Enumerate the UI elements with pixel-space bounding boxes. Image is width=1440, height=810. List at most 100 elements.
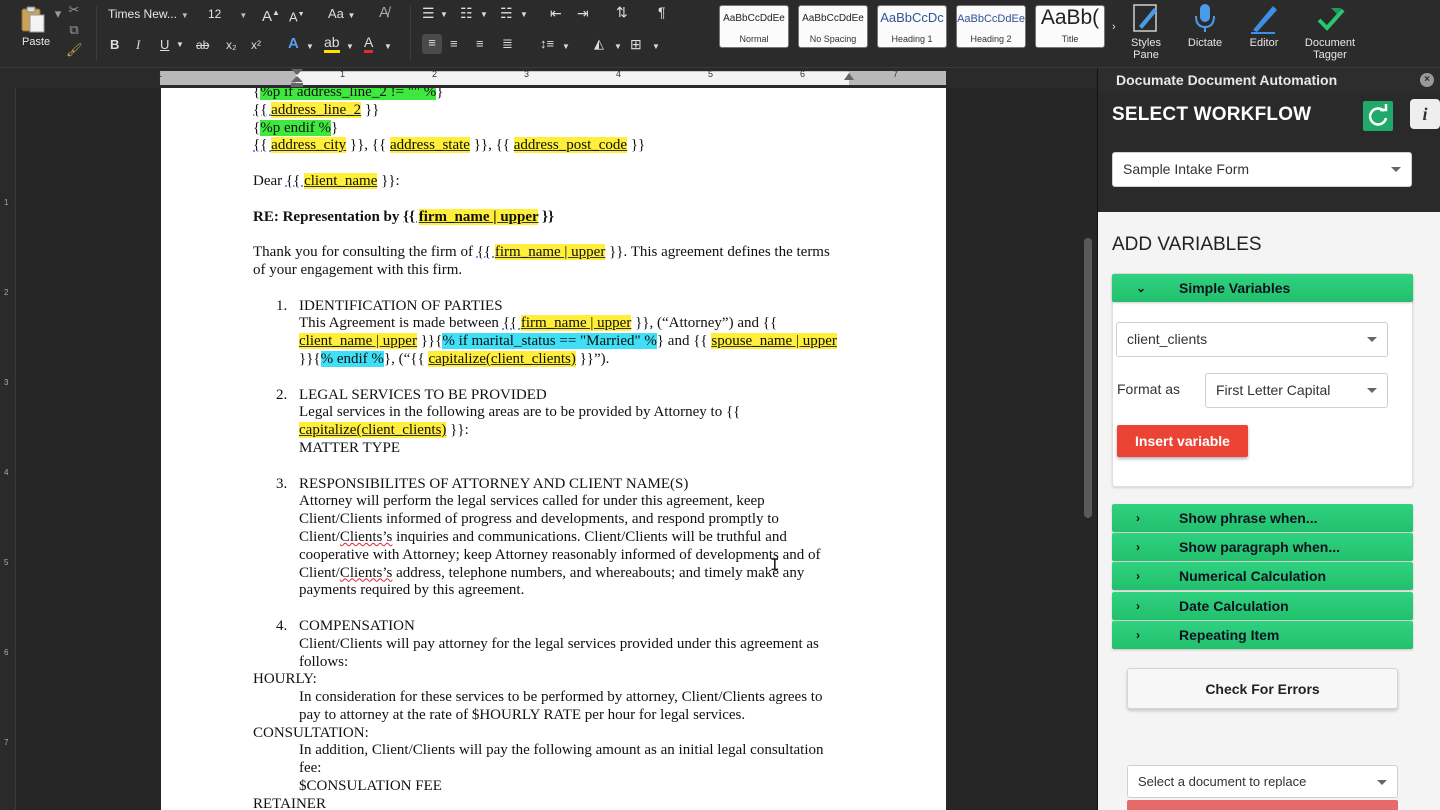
- doc-line[interactable]: $CONSULATION FEE: [253, 778, 863, 796]
- doc-line[interactable]: Client/Clients will pay attorney for the…: [299, 636, 863, 654]
- paste-label[interactable]: Paste: [22, 36, 50, 48]
- doc-line[interactable]: follows:: [299, 654, 863, 672]
- doc-line[interactable]: Client/Clients informed of progress and …: [299, 511, 863, 529]
- right-indent-marker-icon[interactable]: [843, 72, 855, 80]
- document-tagger-button[interactable]: Document Tagger: [1299, 2, 1361, 64]
- strikethrough-button[interactable]: ab: [196, 36, 209, 54]
- doc-line[interactable]: In consideration for these services to b…: [253, 689, 863, 707]
- borders-icon[interactable]: ⊞: [630, 35, 642, 53]
- simple-variables-accordion[interactable]: ⌄ Simple Variables: [1112, 274, 1413, 302]
- show-marks-button[interactable]: ¶: [658, 3, 666, 21]
- copy-icon[interactable]: ⧉: [66, 22, 82, 38]
- list-item[interactable]: 3. RESPONSIBILITES OF ATTORNEY AND CLIEN…: [253, 476, 863, 601]
- accordion-numerical-calculation[interactable]: › Numerical Calculation: [1112, 562, 1413, 590]
- doc-line[interactable]: payments required by this agreement.: [299, 582, 863, 600]
- list-item[interactable]: 2. LEGAL SERVICES TO BE PROVIDED Legal s…: [253, 387, 863, 458]
- font-name-select[interactable]: Times New... ▼: [108, 3, 200, 25]
- increase-indent-icon[interactable]: ⇥: [577, 4, 589, 22]
- chevron-down-icon[interactable]: ▼: [520, 6, 528, 24]
- sort-icon[interactable]: ⇅: [616, 3, 628, 21]
- chevron-down-icon[interactable]: ▼: [306, 38, 314, 56]
- doc-line[interactable]: client_name | upper }}{% if marital_stat…: [299, 333, 863, 351]
- underline-button[interactable]: U: [160, 36, 169, 54]
- document-page[interactable]: {%p if address_line_2 != "" %} {{ addres…: [161, 88, 946, 810]
- refresh-button[interactable]: [1363, 101, 1393, 131]
- editor-button[interactable]: Editor: [1234, 2, 1294, 64]
- doc-line[interactable]: Dear {{ client_name }}:: [253, 172, 863, 191]
- accordion-show-paragraph[interactable]: › Show paragraph when...: [1112, 533, 1413, 561]
- doc-line[interactable]: RE: Representation by {{ firm_name | upp…: [253, 208, 863, 227]
- superscript-button[interactable]: x²: [251, 36, 261, 54]
- style-heading-2[interactable]: AaBbCcDdEe Heading 2: [956, 5, 1026, 48]
- align-left-icon[interactable]: ≡: [422, 34, 442, 54]
- chevron-down-icon[interactable]: ▼: [480, 6, 488, 24]
- doc-line[interactable]: HOURLY:: [253, 671, 863, 689]
- shrink-font-button[interactable]: A▼: [289, 6, 305, 26]
- doc-line[interactable]: RETAINER: [253, 796, 863, 810]
- doc-line[interactable]: {%p if address_line_2 != "" %}: [253, 88, 863, 102]
- numbering-icon[interactable]: ☷: [460, 4, 473, 22]
- doc-line[interactable]: This Agreement is made between {{ firm_n…: [299, 315, 863, 333]
- chevron-down-icon[interactable]: ▼: [346, 38, 354, 56]
- line-spacing-icon[interactable]: ↕≡: [540, 35, 554, 53]
- doc-line[interactable]: Thank you for consulting the firm of {{ …: [253, 244, 863, 262]
- info-button[interactable]: i: [1410, 99, 1440, 129]
- doc-line[interactable]: Client/Clients’s inquiries and communica…: [299, 529, 863, 547]
- justify-icon[interactable]: ≣: [502, 35, 513, 53]
- paste-dropdown-icon[interactable]: ▾: [50, 6, 66, 22]
- paste-icon[interactable]: [18, 5, 48, 35]
- insert-variable-button[interactable]: Insert variable: [1117, 425, 1248, 457]
- list-item[interactable]: 4. COMPENSATION Client/Clients will pay …: [253, 618, 863, 671]
- style-title[interactable]: AaBb( Title: [1035, 5, 1105, 48]
- shading-icon[interactable]: ◭: [594, 35, 604, 53]
- doc-line[interactable]: {%p endif %}: [253, 119, 863, 138]
- underline-dropdown-icon[interactable]: ▼: [176, 36, 184, 54]
- font-color-icon[interactable]: A: [364, 35, 374, 53]
- accordion-repeating-item[interactable]: › Repeating Item: [1112, 621, 1413, 649]
- dictate-button[interactable]: Dictate: [1175, 2, 1235, 64]
- grow-font-button[interactable]: A▲: [262, 4, 280, 26]
- workflow-select[interactable]: Sample Intake Form: [1112, 152, 1412, 187]
- doc-line[interactable]: In addition, Client/Clients will pay the…: [253, 742, 863, 760]
- document-scrollbar[interactable]: [1084, 238, 1092, 518]
- bullets-icon[interactable]: ☰: [422, 4, 435, 22]
- accordion-show-phrase[interactable]: › Show phrase when...: [1112, 504, 1413, 532]
- clear-formatting-icon[interactable]: A̸: [379, 4, 389, 22]
- horizontal-ruler[interactable]: 1 1 2 3 4 5 6 7: [0, 68, 1097, 88]
- doc-line[interactable]: {{ address_line_2 }}: [253, 101, 863, 120]
- subscript-button[interactable]: x₂: [226, 36, 237, 54]
- indent-marker-icon[interactable]: [290, 69, 304, 88]
- chevron-down-icon[interactable]: ▼: [440, 6, 448, 24]
- variable-select[interactable]: client_clients: [1116, 322, 1388, 357]
- doc-line[interactable]: }}{% endif %}, (“{{ capitalize(client_cl…: [299, 350, 863, 369]
- doc-line[interactable]: Attorney will perform the legal services…: [299, 493, 863, 511]
- cut-icon[interactable]: ✂: [66, 2, 82, 18]
- styles-pane-button[interactable]: Styles Pane: [1116, 2, 1176, 64]
- align-right-icon[interactable]: ≡: [476, 35, 484, 53]
- multilevel-list-icon[interactable]: ☵: [500, 4, 513, 22]
- style-no-spacing[interactable]: AaBbCcDdEe No Spacing: [798, 5, 868, 48]
- chevron-down-icon[interactable]: ▼: [652, 38, 660, 56]
- check-for-errors-button[interactable]: Check For Errors: [1127, 668, 1398, 709]
- doc-line[interactable]: pay to attorney at the rate of $HOURLY R…: [253, 707, 863, 725]
- italic-button[interactable]: I: [136, 36, 140, 54]
- align-center-icon[interactable]: ≡: [450, 35, 458, 53]
- replace-document-select[interactable]: Select a document to replace: [1127, 765, 1398, 798]
- doc-line[interactable]: of your engagement with this firm.: [253, 262, 863, 280]
- chevron-down-icon[interactable]: ▼: [614, 38, 622, 56]
- bold-button[interactable]: B: [110, 36, 119, 54]
- style-heading-1[interactable]: AaBbCcDc Heading 1: [877, 5, 947, 48]
- change-case-button[interactable]: Aa ▼: [328, 5, 355, 25]
- chevron-down-icon[interactable]: ▼: [384, 38, 392, 56]
- document-canvas[interactable]: {%p if address_line_2 != "" %} {{ addres…: [16, 88, 1097, 810]
- format-painter-icon[interactable]: 🖌: [66, 42, 83, 58]
- doc-line[interactable]: {{ address_city }}, {{ address_state }},…: [253, 137, 863, 155]
- document-body[interactable]: {%p if address_line_2 != "" %} {{ addres…: [253, 88, 863, 810]
- doc-line[interactable]: capitalize(client_clients) }}:: [299, 422, 863, 440]
- decrease-indent-icon[interactable]: ⇤: [550, 4, 562, 22]
- style-normal[interactable]: AaBbCcDdEe Normal: [719, 5, 789, 48]
- chevron-down-icon[interactable]: ▼: [562, 38, 570, 56]
- close-icon[interactable]: ×: [1420, 73, 1434, 87]
- list-item[interactable]: 1. IDENTIFICATION OF PARTIES This Agreem…: [253, 298, 863, 369]
- accordion-date-calculation[interactable]: › Date Calculation: [1112, 592, 1413, 620]
